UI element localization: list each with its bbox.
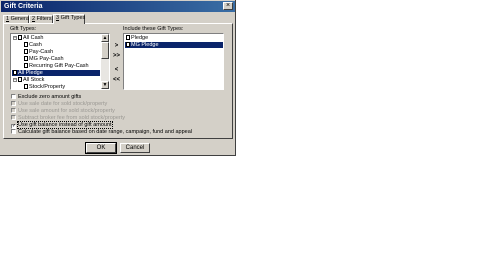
scroll-thumb[interactable] bbox=[101, 42, 109, 59]
subtract-broker-fee-checkbox: Subtract broker fee from sold stock/prop… bbox=[11, 115, 125, 121]
scroll-down-button[interactable]: ▼ bbox=[101, 81, 109, 89]
ok-button[interactable]: OK bbox=[85, 142, 117, 154]
add-all-button[interactable]: >> bbox=[112, 52, 121, 61]
tree-item-all-pledge[interactable]: All Pledge bbox=[12, 70, 100, 76]
tree-item-all-stock[interactable]: − All Stock bbox=[12, 77, 45, 83]
tab-general[interactable]: 1 General bbox=[3, 15, 30, 23]
remove-all-button[interactable]: << bbox=[112, 76, 121, 85]
collapse-icon[interactable]: − bbox=[13, 78, 17, 82]
vertical-scrollbar[interactable]: ▲ ▼ bbox=[101, 34, 109, 89]
include-item-mg-pledge[interactable]: MG Pledge bbox=[125, 42, 223, 48]
document-icon bbox=[24, 63, 28, 68]
include-item-pledge[interactable]: Pledge bbox=[125, 35, 149, 41]
document-icon bbox=[18, 35, 22, 40]
gift-criteria-dialog: Gift Criteria × 1 General 2 Filters 3 Gi… bbox=[0, 0, 236, 156]
document-icon bbox=[24, 84, 28, 89]
tree-item-recurring-gift-pay-cash[interactable]: Recurring Gift Pay-Cash bbox=[23, 63, 90, 69]
title-bar[interactable]: Gift Criteria × bbox=[1, 1, 235, 12]
gift-types-panel: Gift Types: − All Cash Cash Pay-Cash MG P… bbox=[3, 23, 233, 139]
include-label: Include these Gift Types: bbox=[123, 26, 184, 32]
use-sale-amount-checkbox: Use sale amount for sold stock/property bbox=[11, 108, 115, 114]
use-gift-balance-checkbox[interactable]: ✓ Use gift balance instead of gift amount bbox=[11, 121, 113, 129]
tree-item-cash[interactable]: Cash bbox=[23, 42, 43, 48]
document-icon bbox=[24, 42, 28, 47]
use-sale-date-checkbox: Use sale date for sold stock/property bbox=[11, 101, 107, 107]
tree-item-stock-property[interactable]: Stock/Property bbox=[23, 84, 66, 89]
document-icon bbox=[24, 49, 28, 54]
gift-types-label: Gift Types: bbox=[10, 26, 37, 32]
cancel-button[interactable]: Cancel bbox=[120, 143, 150, 153]
tree-item-mg-pay-cash[interactable]: MG Pay-Cash bbox=[23, 56, 65, 62]
document-icon bbox=[24, 56, 28, 61]
tab-filters[interactable]: 2 Filters bbox=[29, 15, 53, 23]
tree-item-pay-cash[interactable]: Pay-Cash bbox=[23, 49, 54, 55]
calculate-balance-checkbox[interactable]: Calculate gift balance based on date ran… bbox=[11, 129, 192, 135]
document-icon bbox=[13, 70, 17, 75]
add-button[interactable]: > bbox=[112, 42, 121, 51]
exclude-zero-checkbox[interactable]: Exclude zero amount gifts bbox=[11, 94, 81, 100]
remove-button[interactable]: < bbox=[112, 66, 121, 75]
scroll-up-button[interactable]: ▲ bbox=[101, 34, 109, 42]
tab-gift-types[interactable]: 3 Gift Types bbox=[53, 14, 85, 24]
document-icon bbox=[126, 42, 130, 47]
collapse-icon[interactable]: − bbox=[13, 36, 17, 40]
document-icon bbox=[18, 77, 22, 82]
include-list[interactable]: Pledge MG Pledge bbox=[123, 33, 224, 90]
window-title: Gift Criteria bbox=[4, 3, 43, 10]
gift-types-tree[interactable]: − All Cash Cash Pay-Cash MG Pay-Cash Recu… bbox=[10, 33, 110, 90]
document-icon bbox=[126, 35, 130, 40]
close-button[interactable]: × bbox=[223, 2, 233, 10]
tree-item-all-cash[interactable]: − All Cash bbox=[12, 35, 44, 41]
